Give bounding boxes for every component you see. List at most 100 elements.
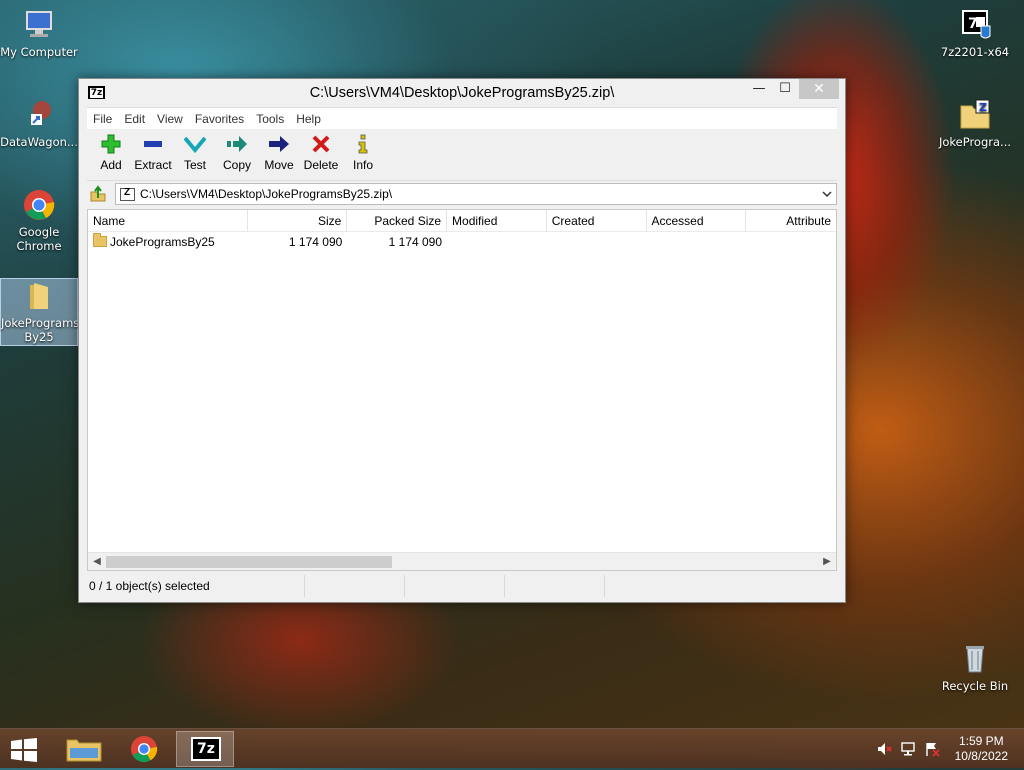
menu-edit[interactable]: Edit [124, 112, 145, 126]
desktop-icon-recycle-bin[interactable]: Recycle Bin [936, 642, 1014, 693]
delete-label: Delete [303, 158, 339, 172]
delete-icon [300, 133, 342, 155]
volume-muted-icon[interactable] [876, 741, 892, 760]
column-header-accessed[interactable]: Accessed [647, 210, 747, 232]
menu-tools[interactable]: Tools [256, 112, 284, 126]
horizontal-scrollbar[interactable]: ◀ ▶ [88, 552, 836, 570]
row-created [547, 232, 647, 252]
address-input[interactable]: C:\Users\VM4\Desktop\JokeProgramsBy25.zi… [115, 183, 837, 205]
desktop-icon-7zip-installer[interactable]: 7 7z2201-x64 [936, 8, 1014, 59]
desktop-icon-my-computer[interactable]: My Computer [0, 8, 78, 59]
svg-text:Z: Z [979, 101, 987, 114]
file-list[interactable]: Name Size Packed Size Modified Created A… [87, 209, 837, 571]
clock-time: 1:59 PM [958, 734, 1004, 748]
desktop-icon-datawagon[interactable]: DataWagon... [0, 98, 78, 149]
status-modified [505, 575, 605, 597]
status-size [305, 575, 405, 597]
info-label: Info [352, 158, 373, 172]
row-accessed [647, 232, 747, 252]
chrome-icon [131, 736, 158, 763]
desktop-icon-label: My Computer [0, 45, 78, 59]
up-folder-icon [90, 185, 106, 202]
address-bar: C:\Users\VM4\Desktop\JokeProgramsBy25.zi… [87, 181, 837, 207]
menu-favorites[interactable]: Favorites [195, 112, 244, 126]
menu-help[interactable]: Help [296, 112, 321, 126]
7zip-file-manager-window: 7z C:\Users\VM4\Desktop\JokeProgramsBy25… [78, 78, 846, 603]
up-folder-button[interactable] [87, 183, 109, 205]
status-bar: 0 / 1 object(s) selected [87, 575, 837, 597]
row-attributes [746, 232, 836, 252]
info-icon [342, 133, 384, 155]
menu-view[interactable]: View [157, 112, 183, 126]
clock[interactable]: 1:59 PM 10/8/2022 [955, 734, 1008, 764]
column-header-modified[interactable]: Modified [447, 210, 547, 232]
desktop-icon-jokeprograms-zip[interactable]: Z JokeProgra... [936, 98, 1014, 149]
maximize-button[interactable]: ☐ [771, 79, 799, 99]
computer-icon [22, 8, 56, 42]
move-button[interactable]: Move [258, 133, 300, 180]
desktop-icon-label: Google Chrome [16, 225, 62, 253]
add-label: Add [100, 158, 122, 172]
file-explorer-icon [66, 739, 102, 762]
column-header-attributes[interactable]: Attribute [746, 210, 836, 232]
zip-archive-icon [120, 187, 135, 201]
row-name: JokeProgramsBy25 [88, 232, 248, 252]
extract-icon [132, 133, 174, 155]
chevron-down-icon[interactable] [821, 187, 833, 201]
extract-button[interactable]: Extract [132, 133, 174, 180]
system-tray: 1:59 PM 10/8/2022 [864, 729, 1024, 769]
column-header-created[interactable]: Created [547, 210, 647, 232]
title-bar[interactable]: 7z C:\Users\VM4\Desktop\JokeProgramsBy25… [79, 79, 845, 107]
taskbar: 7z 1:59 PM 10/8/2022 [0, 728, 1024, 768]
status-packed [405, 575, 505, 597]
action-center-flag-icon[interactable] [924, 741, 940, 760]
scroll-left-icon[interactable]: ◀ [90, 555, 104, 569]
chrome-icon [22, 188, 56, 222]
recycle-bin-icon [958, 642, 992, 676]
taskbar-file-explorer[interactable] [55, 731, 113, 767]
delete-button[interactable]: Delete [300, 133, 342, 180]
file-list-header: Name Size Packed Size Modified Created A… [88, 210, 836, 232]
test-button[interactable]: Test [174, 133, 216, 180]
desktop-icon-label: DataWagon... [0, 135, 78, 149]
folder-icon [93, 233, 107, 247]
add-button[interactable]: Add [90, 133, 132, 180]
test-icon [174, 133, 216, 155]
test-label: Test [183, 158, 206, 172]
desktop-icon-label: 7z2201-x64 [940, 45, 1010, 59]
copy-icon [216, 133, 258, 155]
desktop-icon-google-chrome[interactable]: Google Chrome [0, 188, 78, 253]
7zip-icon: 7z [191, 737, 221, 761]
scrollbar-thumb[interactable] [106, 556, 392, 568]
minimize-button[interactable]: — [745, 79, 773, 99]
address-path: C:\Users\VM4\Desktop\JokeProgramsBy25.zi… [140, 187, 393, 201]
copy-label: Copy [222, 158, 251, 172]
column-header-packed-size[interactable]: Packed Size [347, 210, 448, 232]
status-selection: 0 / 1 object(s) selected [87, 575, 305, 597]
column-header-name[interactable]: Name [88, 210, 248, 232]
window-title: C:\Users\VM4\Desktop\JokeProgramsBy25.zi… [309, 85, 615, 101]
start-button[interactable] [10, 738, 38, 762]
desktop-icon-label: Recycle Bin [941, 679, 1009, 693]
copy-button[interactable]: Copy [216, 133, 258, 180]
row-packed-size: 1 174 090 [388, 235, 443, 249]
desktop-icon-label: JokePrograms By25 [1, 316, 80, 344]
info-button[interactable]: Info [342, 133, 384, 180]
row-size: 1 174 090 [288, 235, 343, 249]
desktop-icon-label: JokeProgra... [938, 135, 1012, 149]
network-icon[interactable] [900, 741, 916, 760]
close-button[interactable]: ✕ [799, 79, 839, 99]
column-header-size[interactable]: Size [248, 210, 348, 232]
desktop-icon-jokeprograms-folder[interactable]: JokePrograms By25 [0, 278, 80, 346]
move-icon [258, 133, 300, 155]
taskbar-7zip[interactable]: 7z [176, 731, 234, 767]
table-row[interactable]: JokeProgramsBy25 1 174 090 1 174 090 [88, 232, 836, 252]
shortcut-icon [22, 98, 56, 132]
taskbar-chrome[interactable] [115, 731, 173, 767]
scroll-right-icon[interactable]: ▶ [820, 555, 834, 569]
menu-file[interactable]: File [93, 112, 112, 126]
7zip-installer-icon: 7 [958, 8, 992, 42]
add-icon [90, 133, 132, 155]
move-label: Move [264, 158, 294, 172]
folder-icon [22, 279, 56, 313]
